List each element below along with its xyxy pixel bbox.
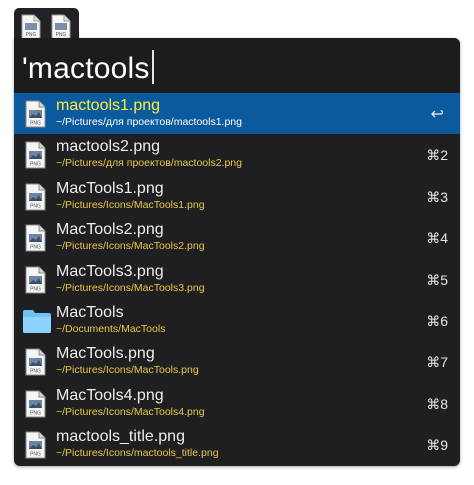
command-shortcut: ⌘5 bbox=[426, 271, 448, 288]
result-title: mactools2.png bbox=[56, 138, 161, 156]
result-row[interactable]: PNG mactools2.png ~/Pictures/для проектов… bbox=[14, 134, 460, 175]
png-file-icon[interactable]: PNG bbox=[21, 14, 41, 40]
return-key-shortcut: ↩ bbox=[430, 106, 444, 123]
result-title: MacTools2.png bbox=[56, 221, 164, 239]
result-row[interactable]: PNG mactools_title.png ~/Pictures/Icons/m… bbox=[14, 424, 460, 465]
result-row[interactable]: PNG MacTools2.png ~/Pictures/Icons/MacToo… bbox=[14, 217, 460, 258]
result-title: MacTools3.png bbox=[56, 262, 164, 280]
command-shortcut: ⌘9 bbox=[426, 437, 448, 454]
svg-text:PNG: PNG bbox=[30, 286, 41, 292]
command-shortcut: ⌘4 bbox=[426, 230, 448, 247]
png-file-icon: PNG bbox=[22, 390, 48, 418]
result-title: mactools_title.png bbox=[56, 428, 185, 446]
command-shortcut: ⌘6 bbox=[426, 313, 448, 329]
result-row[interactable]: PNG MacTools4.png ~/Pictures/Icons/MacToo… bbox=[14, 383, 460, 424]
command-shortcut: ⌘2 bbox=[426, 147, 448, 164]
png-file-icon: PNG bbox=[22, 141, 48, 169]
result-path: ~/Pictures/для проектов/mactools2.png bbox=[56, 157, 242, 170]
result-path: ~/Pictures/Icons/MacTools.png bbox=[56, 364, 199, 377]
result-path: ~/Pictures/Icons/MacTools1.png bbox=[56, 198, 205, 211]
png-file-icon: PNG bbox=[22, 348, 48, 376]
svg-text:PNG: PNG bbox=[30, 410, 41, 416]
png-file-icon: PNG bbox=[22, 431, 48, 459]
command-shortcut: ⌘3 bbox=[426, 188, 448, 205]
result-title: MacTools bbox=[56, 304, 124, 321]
png-file-icon: PNG bbox=[22, 183, 48, 211]
png-file-icon: PNG bbox=[22, 224, 48, 252]
svg-text:PNG: PNG bbox=[30, 121, 41, 127]
svg-text:PNG: PNG bbox=[30, 203, 41, 209]
result-row[interactable]: PNG MacTools.png ~/Pictures/Icons/MacTool… bbox=[14, 341, 460, 382]
result-row[interactable]: PNG MacTools1.png ~/Pictures/Icons/MacToo… bbox=[14, 176, 460, 217]
result-row[interactable]: MacTools ~/Documents/MacTools ⌘6 bbox=[14, 300, 460, 341]
png-file-icon: PNG bbox=[22, 266, 48, 294]
result-path: ~/Pictures/Icons/MacTools3.png bbox=[56, 281, 205, 294]
result-path: ~/Pictures/для проектов/mactools1.png bbox=[56, 116, 242, 128]
result-title: mactools1.png bbox=[56, 97, 161, 114]
png-file-icon[interactable]: PNG bbox=[51, 14, 71, 40]
svg-text:PNG: PNG bbox=[30, 245, 41, 251]
result-path: ~/Pictures/Icons/MacTools2.png bbox=[56, 240, 205, 253]
result-row[interactable]: PNG mactools1.png ~/Pictures/для проектов… bbox=[14, 93, 460, 134]
svg-text:PNG: PNG bbox=[30, 162, 41, 168]
launcher-window: 'mactools PNG mactools1.png ~/Pictures/дл… bbox=[14, 38, 460, 466]
svg-text:PNG: PNG bbox=[30, 452, 41, 458]
command-shortcut: ⌘7 bbox=[426, 354, 448, 371]
search-query-text: 'mactools bbox=[22, 52, 150, 85]
search-input[interactable]: 'mactools bbox=[22, 50, 154, 86]
png-file-icon: PNG bbox=[22, 100, 48, 128]
search-bar[interactable]: 'mactools bbox=[14, 38, 460, 93]
text-caret bbox=[151, 50, 154, 84]
result-path: ~/Documents/MacTools bbox=[56, 323, 166, 335]
result-title: MacTools1.png bbox=[56, 179, 164, 197]
folder-icon bbox=[22, 307, 51, 335]
result-title: MacTools.png bbox=[56, 345, 155, 363]
command-shortcut: ⌘8 bbox=[426, 395, 448, 412]
svg-text:PNG: PNG bbox=[30, 369, 41, 375]
result-row[interactable]: PNG MacTools3.png ~/Pictures/Icons/MacToo… bbox=[14, 259, 460, 300]
result-path: ~/Pictures/Icons/mactools_title.png bbox=[56, 447, 219, 460]
result-path: ~/Pictures/Icons/MacTools4.png bbox=[56, 405, 205, 418]
result-title: MacTools4.png bbox=[56, 386, 164, 404]
